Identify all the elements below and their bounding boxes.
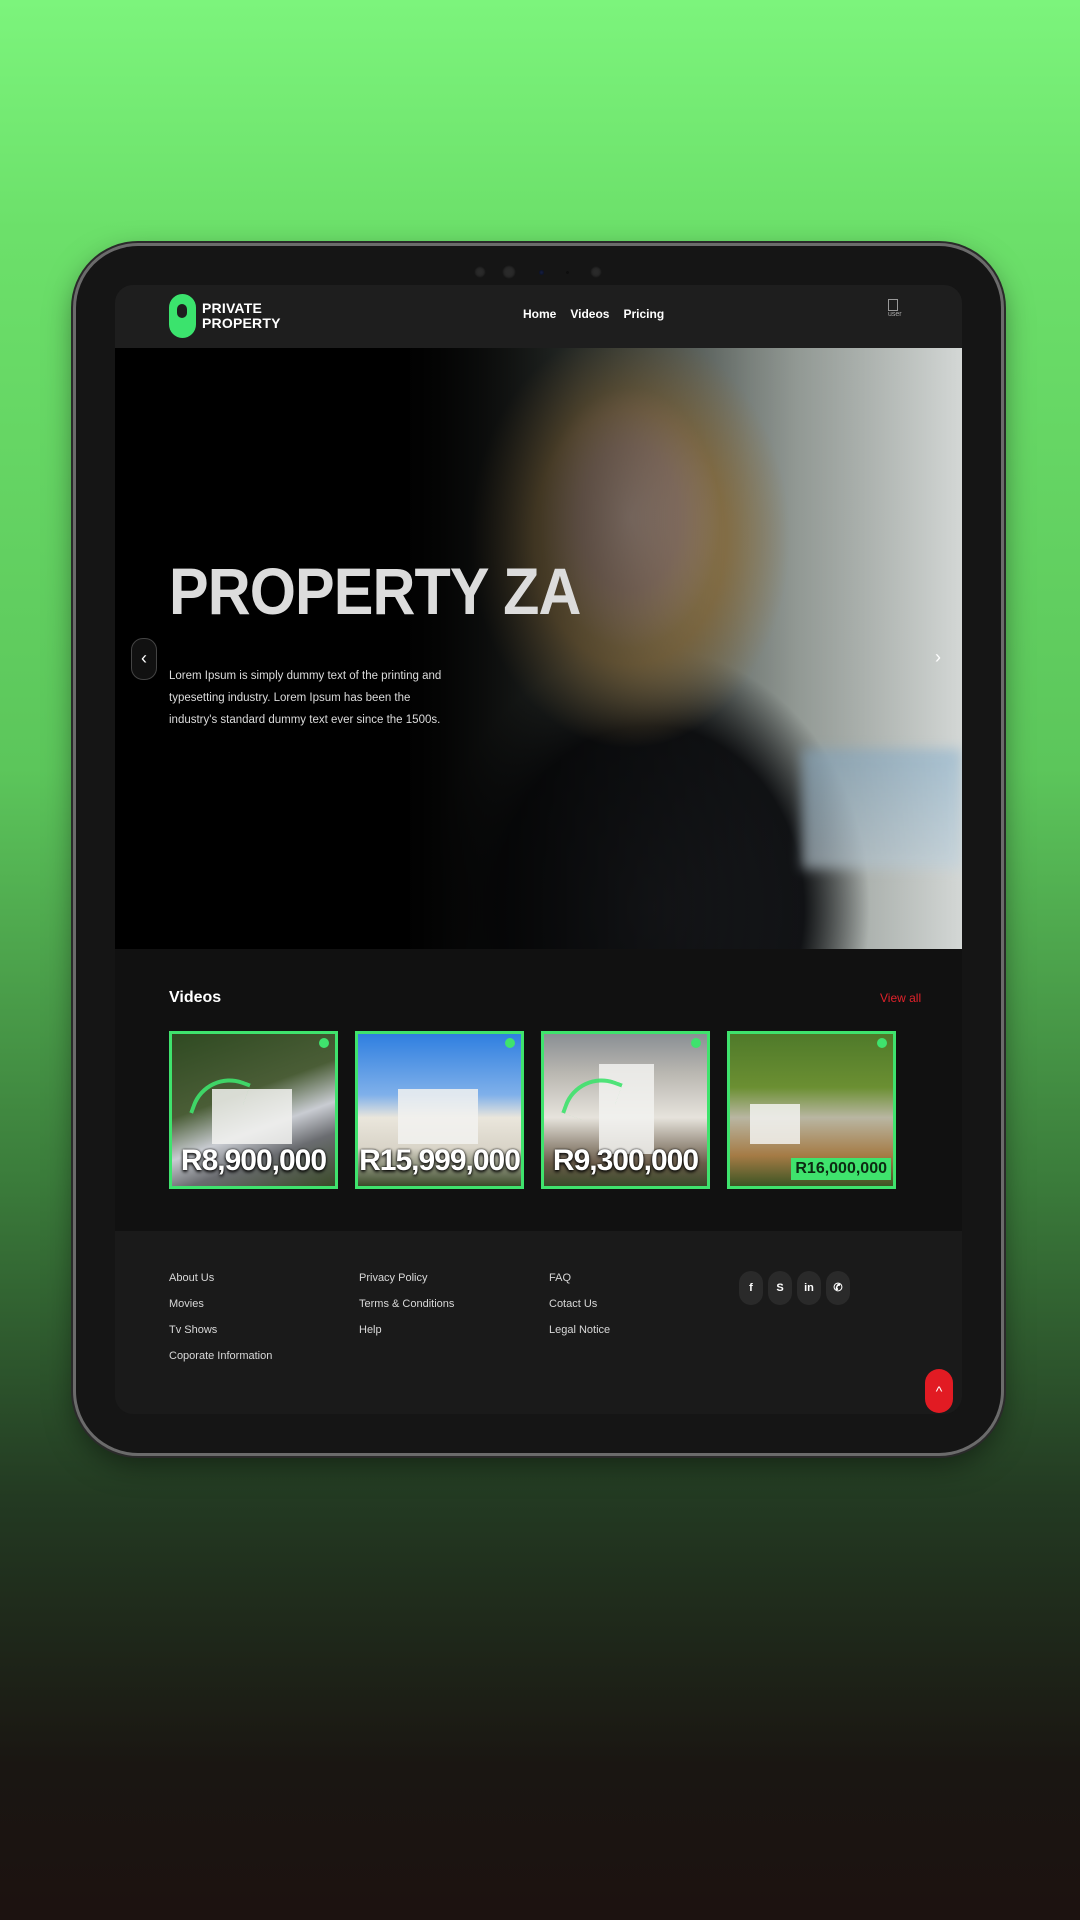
back-to-top-button[interactable]: ^	[925, 1369, 953, 1413]
house-shape	[750, 1104, 800, 1144]
footer-link-movies[interactable]: Movies	[169, 1297, 272, 1311]
video-price: R9,300,000	[552, 1144, 699, 1177]
hero-description: Lorem Ipsum is simply dummy text of the …	[169, 670, 442, 726]
nav-pricing[interactable]: Pricing	[623, 307, 664, 321]
footer-link-tv-shows[interactable]: Tv Shows	[169, 1323, 272, 1337]
camera-row	[76, 262, 1001, 282]
brand-badge-icon	[505, 1038, 515, 1048]
videos-title: Videos	[169, 989, 222, 1006]
brand-badge-icon	[877, 1038, 887, 1048]
view-all-link[interactable]: View all	[880, 991, 921, 1005]
facebook-icon[interactable]: f	[739, 1271, 763, 1305]
footer-link-terms[interactable]: Terms & Conditions	[359, 1297, 454, 1311]
footer-column-1: About Us Movies Tv Shows Coporate Inform…	[169, 1271, 272, 1375]
main-nav: Home Videos Pricing	[523, 307, 664, 321]
logo-line-1: PRIVATE	[202, 300, 262, 316]
logo-line-2: PROPERTY	[202, 315, 281, 331]
sensor	[474, 266, 486, 278]
logo-icon	[169, 294, 196, 338]
videos-section: Videos View all R8,900,000 R15,999,000 R…	[115, 949, 962, 1231]
footer-link-faq[interactable]: FAQ	[549, 1271, 610, 1285]
logo-text: PRIVATE PROPERTY	[202, 301, 281, 331]
social-links: f S in ✆	[739, 1271, 850, 1305]
site-footer: About Us Movies Tv Shows Coporate Inform…	[115, 1231, 962, 1414]
camera-lens	[502, 265, 516, 279]
video-cards: R8,900,000 R15,999,000 R9,300,000 R16,00…	[169, 1031, 896, 1189]
brand-badge-icon	[319, 1038, 329, 1048]
brand-badge-icon	[691, 1038, 701, 1048]
carousel-next-button[interactable]: ›	[926, 638, 950, 678]
video-price: R16,000,000	[791, 1158, 891, 1180]
video-card[interactable]: R8,900,000	[169, 1031, 338, 1189]
broken-image-icon	[888, 299, 898, 311]
sensor-small	[566, 271, 569, 274]
video-card[interactable]: R15,999,000	[355, 1031, 524, 1189]
skype-icon[interactable]: S	[768, 1271, 792, 1305]
tablet-frame: PRIVATE PROPERTY Home Videos Pricing use…	[76, 246, 1001, 1453]
hero-banner: ‹ › PROPERTY ZA Lorem Ipsum is simply du…	[115, 348, 962, 949]
logo[interactable]: PRIVATE PROPERTY	[169, 294, 281, 338]
footer-column-2: Privacy Policy Terms & Conditions Help	[359, 1271, 454, 1349]
footer-link-legal[interactable]: Legal Notice	[549, 1323, 610, 1337]
linkedin-icon[interactable]: in	[797, 1271, 821, 1305]
footer-link-corporate[interactable]: Coporate Information	[169, 1349, 272, 1363]
video-price: R8,900,000	[180, 1144, 327, 1177]
footer-link-privacy[interactable]: Privacy Policy	[359, 1271, 454, 1285]
sensor-right	[590, 266, 602, 278]
whatsapp-icon[interactable]: ✆	[826, 1271, 850, 1305]
video-price: R15,999,000	[359, 1144, 521, 1177]
carousel-prev-button[interactable]: ‹	[131, 638, 157, 680]
camera-dot	[539, 270, 544, 275]
video-card[interactable]: R16,000,000	[727, 1031, 896, 1189]
site-header: PRIVATE PROPERTY Home Videos Pricing use…	[115, 285, 962, 348]
nav-videos[interactable]: Videos	[570, 307, 609, 321]
nav-home[interactable]: Home	[523, 307, 556, 321]
hero-overlay	[115, 348, 962, 949]
footer-link-about[interactable]: About Us	[169, 1271, 272, 1285]
avatar-alt-text: user	[888, 311, 902, 318]
screen: PRIVATE PROPERTY Home Videos Pricing use…	[115, 285, 962, 1414]
hero-title: PROPERTY ZA	[169, 554, 581, 628]
video-card[interactable]: R9,300,000	[541, 1031, 710, 1189]
footer-link-help[interactable]: Help	[359, 1323, 454, 1337]
user-avatar[interactable]: user	[888, 299, 910, 321]
footer-column-3: FAQ Cotact Us Legal Notice	[549, 1271, 610, 1349]
footer-link-contact[interactable]: Cotact Us	[549, 1297, 610, 1311]
house-shape	[398, 1089, 478, 1144]
